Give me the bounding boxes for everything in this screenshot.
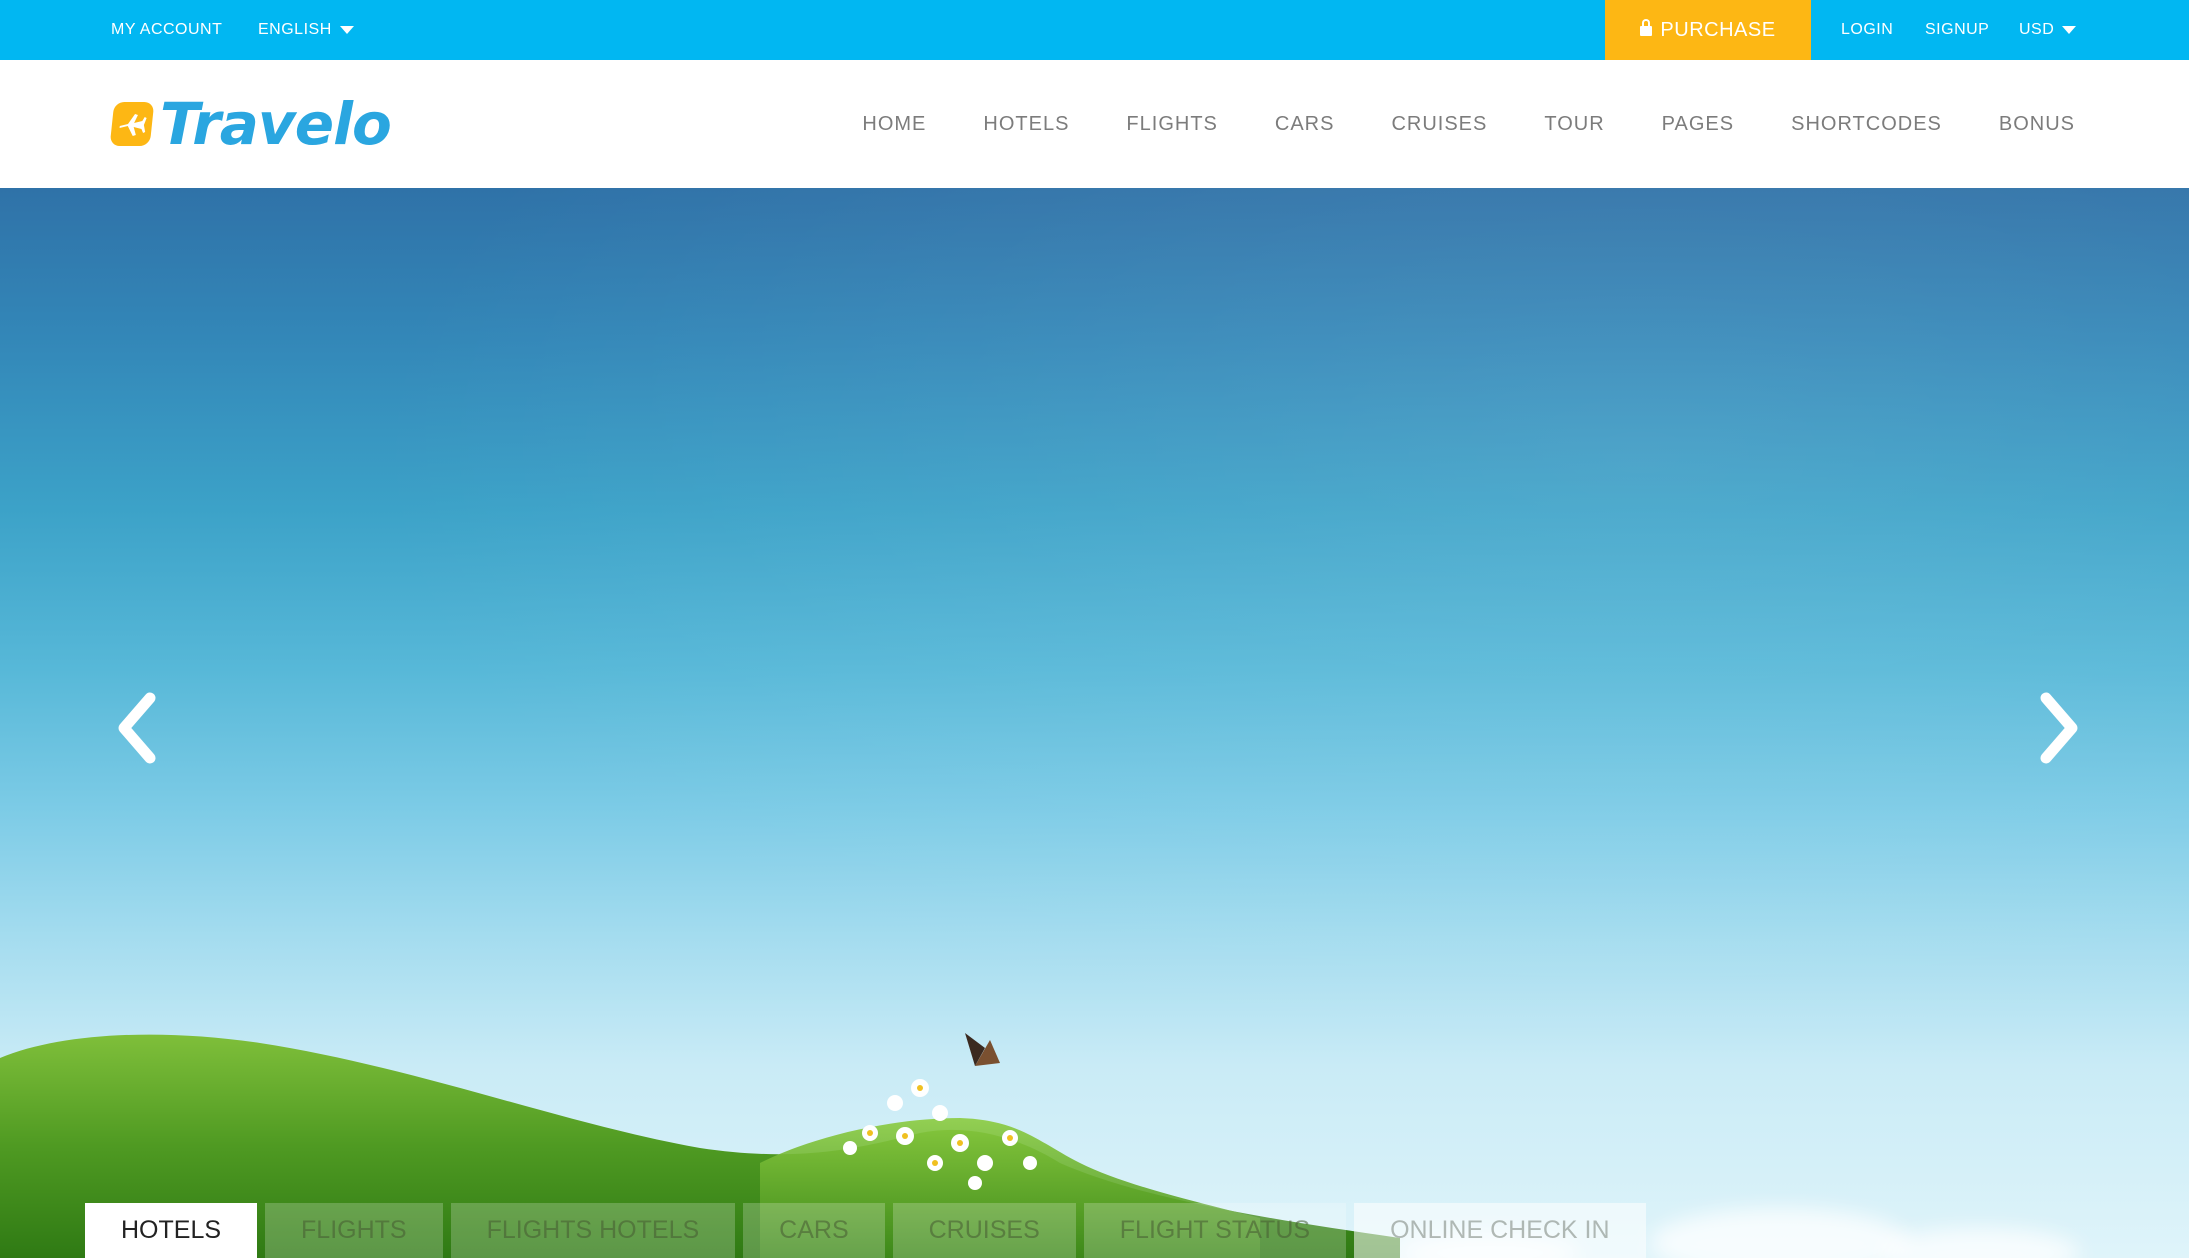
login-link[interactable]: LOGIN — [1841, 0, 1893, 60]
nav-hotels[interactable]: HOTELS — [983, 113, 1069, 136]
nav-pages[interactable]: PAGES — [1662, 113, 1734, 136]
hero-slider — [0, 188, 2189, 1258]
signup-link[interactable]: SIGNUP — [1925, 0, 1989, 60]
purchase-label: PURCHASE — [1660, 18, 1776, 41]
currency-label: USD — [2019, 21, 2055, 38]
logo[interactable]: Travelo — [109, 90, 392, 158]
slider-prev-button[interactable] — [110, 688, 166, 768]
login-label: LOGIN — [1841, 21, 1894, 38]
tab-hotels[interactable]: HOTELS — [85, 1203, 258, 1258]
caret-down-icon — [2062, 26, 2077, 34]
top-bar: MY ACCOUNT ENGLISH PURCHASE LOGIN SIGNUP… — [0, 0, 2189, 60]
main-nav: HOME HOTELS FLIGHTS CARS CRUISES TOUR PA… — [862, 60, 2075, 188]
grass-hill — [0, 1033, 1400, 1258]
nav-cars[interactable]: CARS — [1275, 113, 1335, 136]
nav-tour[interactable]: TOUR — [1544, 113, 1604, 136]
tab-flights[interactable]: FLIGHTS — [265, 1203, 443, 1258]
nav-flights[interactable]: FLIGHTS — [1126, 113, 1217, 136]
tab-cruises[interactable]: CRUISES — [892, 1203, 1076, 1258]
chevron-left-icon — [118, 692, 156, 764]
nav-cruises[interactable]: CRUISES — [1391, 113, 1487, 136]
airplane-icon — [109, 102, 155, 146]
page: MY ACCOUNT ENGLISH PURCHASE LOGIN SIGNUP… — [0, 0, 2189, 1258]
tab-flight-status[interactable]: FLIGHT STATUS — [1083, 1203, 1347, 1258]
currency-selector[interactable]: USD — [2019, 0, 2077, 60]
language-selector[interactable]: ENGLISH — [258, 0, 354, 60]
caret-down-icon — [339, 26, 354, 34]
logo-text: Travelo — [160, 90, 392, 158]
butterfly — [965, 1033, 1000, 1066]
tab-cars[interactable]: CARS — [743, 1203, 885, 1258]
main-header: Travelo HOME HOTELS FLIGHTS CARS CRUISES… — [0, 60, 2189, 188]
nav-shortcodes[interactable]: SHORTCODES — [1791, 113, 1942, 136]
tab-online-check-in[interactable]: ONLINE CHECK IN — [1354, 1203, 1646, 1258]
language-label: ENGLISH — [258, 21, 332, 38]
lock-icon — [1640, 19, 1653, 39]
nav-home[interactable]: HOME — [862, 113, 926, 136]
nav-bonus[interactable]: BONUS — [1999, 113, 2075, 136]
my-account-label: MY ACCOUNT — [111, 21, 223, 38]
tab-flights-hotels[interactable]: FLIGHTS HOTELS — [450, 1203, 736, 1258]
chevron-right-icon — [2040, 692, 2078, 764]
search-tabs: HOTELS FLIGHTS FLIGHTS HOTELS CARS CRUIS… — [85, 1203, 1646, 1258]
purchase-button[interactable]: PURCHASE — [1605, 0, 1811, 60]
slider-next-button[interactable] — [2030, 688, 2086, 768]
my-account-link[interactable]: MY ACCOUNT — [111, 0, 222, 60]
signup-label: SIGNUP — [1925, 21, 1990, 38]
